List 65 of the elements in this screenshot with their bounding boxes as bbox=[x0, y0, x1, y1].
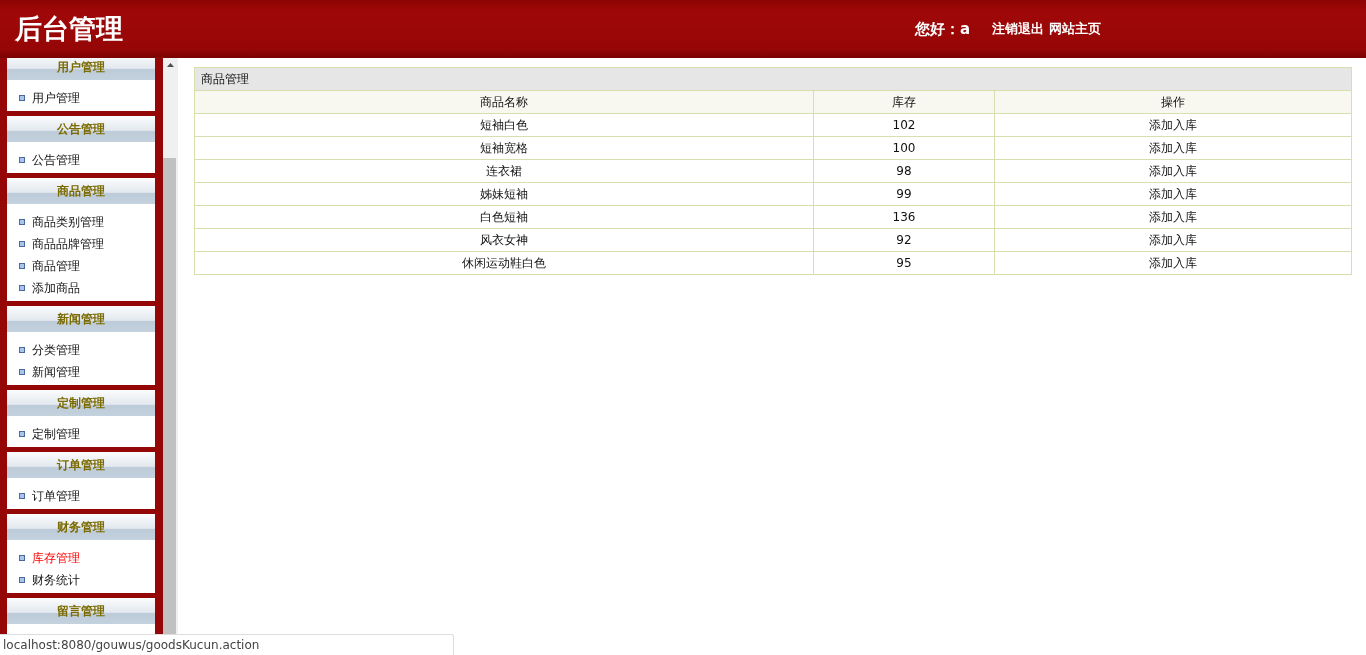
menu-item[interactable]: 库存管理 bbox=[7, 547, 155, 569]
table-cell[interactable]: 添加入库 bbox=[994, 205, 1352, 229]
menu-section-header: 留言管理 bbox=[7, 598, 155, 624]
menu-section-header: 商品管理 bbox=[7, 178, 155, 204]
table-cell[interactable]: 添加入库 bbox=[994, 159, 1352, 183]
table-cell: 连衣裙 bbox=[194, 159, 813, 183]
scrollbar[interactable] bbox=[163, 58, 178, 634]
header-link[interactable]: 注销退出 bbox=[992, 20, 1045, 38]
table-cell: 92 bbox=[813, 228, 995, 252]
menu-item[interactable]: 定制管理 bbox=[7, 423, 155, 445]
scroll-up-icon[interactable] bbox=[167, 63, 174, 67]
bullet-icon bbox=[19, 263, 25, 269]
menu-section-header: 财务管理 bbox=[7, 514, 155, 540]
menu-section-header: 定制管理 bbox=[7, 390, 155, 416]
menu-section-header: 新闻管理 bbox=[7, 306, 155, 332]
table-cell: 短袖白色 bbox=[194, 113, 813, 137]
menu-item[interactable]: 商品品牌管理 bbox=[7, 233, 155, 255]
bullet-icon bbox=[19, 219, 25, 225]
column-header: 操作 bbox=[994, 90, 1352, 114]
bullet-icon bbox=[19, 347, 25, 353]
menu-item[interactable]: 财务统计 bbox=[7, 569, 155, 591]
table-cell[interactable]: 添加入库 bbox=[994, 251, 1352, 275]
table-cell: 白色短袖 bbox=[194, 205, 813, 229]
greeting-text: 您好：a bbox=[915, 19, 971, 39]
table-cell: 102 bbox=[813, 113, 995, 137]
menu-item[interactable]: 商品管理 bbox=[7, 255, 155, 277]
table-cell: 风衣女神 bbox=[194, 228, 813, 252]
table-cell[interactable]: 添加入库 bbox=[994, 113, 1352, 137]
status-url: localhost:8080/gouwus/goodsKucun.action bbox=[3, 638, 260, 652]
table-cell[interactable]: 添加入库 bbox=[994, 228, 1352, 252]
table-cell: 休闲运动鞋白色 bbox=[194, 251, 813, 275]
table-cell[interactable]: 添加入库 bbox=[994, 182, 1352, 206]
table-title: 商品管理 bbox=[194, 67, 1352, 91]
menu-item[interactable]: 公告管理 bbox=[7, 149, 155, 171]
table-cell: 136 bbox=[813, 205, 995, 229]
scrollbar-thumb[interactable] bbox=[163, 158, 176, 634]
menu-section-header: 公告管理 bbox=[7, 116, 155, 142]
column-header: 库存 bbox=[813, 90, 995, 114]
table-cell: 95 bbox=[813, 251, 995, 275]
bullet-icon bbox=[19, 577, 25, 583]
bullet-icon bbox=[19, 493, 25, 499]
menu-item[interactable]: 分类管理 bbox=[7, 339, 155, 361]
table-cell: 短袖宽格 bbox=[194, 136, 813, 160]
page-title: 后台管理 bbox=[15, 12, 124, 46]
menu-item[interactable]: 订单管理 bbox=[7, 485, 155, 507]
column-header: 商品名称 bbox=[194, 90, 813, 114]
table-cell: 98 bbox=[813, 159, 995, 183]
menu-section-header: 用户管理 bbox=[7, 58, 155, 80]
table-cell[interactable]: 添加入库 bbox=[994, 136, 1352, 160]
bullet-icon bbox=[19, 431, 25, 437]
menu-item[interactable]: 新闻管理 bbox=[7, 361, 155, 383]
bullet-icon bbox=[19, 555, 25, 561]
menu-item[interactable]: 用户管理 bbox=[7, 87, 155, 109]
bullet-icon bbox=[19, 369, 25, 375]
bullet-icon bbox=[19, 285, 25, 291]
menu-item[interactable]: 添加商品 bbox=[7, 277, 155, 299]
bullet-icon bbox=[19, 157, 25, 163]
table-cell: 姊妹短袖 bbox=[194, 182, 813, 206]
menu-item[interactable]: 商品类别管理 bbox=[7, 211, 155, 233]
menu-section-header: 订单管理 bbox=[7, 452, 155, 478]
bullet-icon bbox=[19, 95, 25, 101]
table-cell: 99 bbox=[813, 182, 995, 206]
bullet-icon bbox=[19, 241, 25, 247]
table-cell: 100 bbox=[813, 136, 995, 160]
header-link[interactable]: 网站主页 bbox=[1049, 20, 1102, 38]
